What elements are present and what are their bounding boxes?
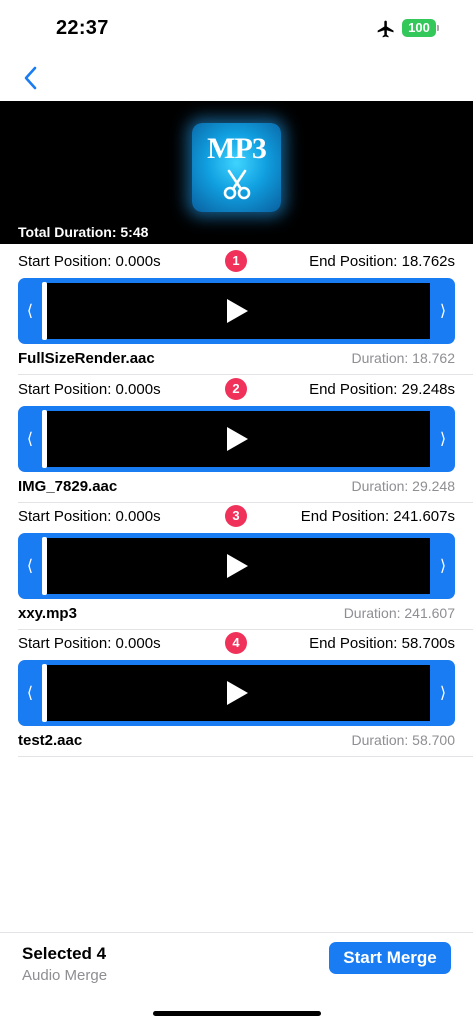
start-merge-button[interactable]: Start Merge [329, 942, 451, 974]
audio-trimmer[interactable]: ⟨ ⟩ [18, 278, 455, 344]
play-icon[interactable] [225, 680, 249, 706]
divider [18, 629, 473, 630]
playhead[interactable] [42, 664, 47, 722]
trim-right-chevron-icon: ⟩ [439, 685, 447, 702]
position-row: Start Position: 0.000s 2 End Position: 2… [18, 378, 455, 400]
track-item: Start Position: 0.000s 1 End Position: 1… [0, 250, 473, 377]
position-row: Start Position: 0.000s 3 End Position: 2… [18, 505, 455, 527]
track-item: Start Position: 0.000s 3 End Position: 2… [0, 505, 473, 632]
track-item: Start Position: 0.000s 2 End Position: 2… [0, 378, 473, 505]
position-row: Start Position: 0.000s 4 End Position: 5… [18, 632, 455, 654]
trim-left-handle[interactable]: ⟨ [18, 533, 42, 599]
start-position: Start Position: 0.000s [18, 381, 161, 398]
end-position: End Position: 241.607s [300, 508, 455, 525]
divider [18, 756, 473, 757]
selected-count: Selected 4 [22, 944, 107, 963]
trim-right-chevron-icon: ⟩ [439, 431, 447, 448]
trim-right-chevron-icon: ⟩ [439, 558, 447, 575]
start-position: Start Position: 0.000s [18, 253, 161, 270]
play-icon[interactable] [225, 298, 249, 324]
track-duration: Duration: 58.700 [351, 732, 455, 748]
airplane-icon [377, 20, 394, 38]
start-position: Start Position: 0.000s [18, 635, 161, 652]
audio-trimmer[interactable]: ⟨ ⟩ [18, 533, 455, 599]
trim-left-handle[interactable]: ⟨ [18, 278, 42, 344]
track-duration: Duration: 29.248 [351, 478, 455, 494]
end-position: End Position: 29.248s [309, 381, 455, 398]
trim-left-chevron-icon: ⟨ [26, 558, 34, 575]
trim-right-handle[interactable]: ⟩ [431, 533, 455, 599]
trim-left-chevron-icon: ⟨ [26, 303, 34, 320]
logo-text: MP3 [207, 132, 267, 165]
divider [18, 374, 473, 375]
playhead[interactable] [42, 410, 47, 468]
track-index-badge: 4 [225, 632, 247, 654]
playhead[interactable] [42, 537, 47, 595]
trim-right-handle[interactable]: ⟩ [431, 406, 455, 472]
playhead[interactable] [42, 282, 47, 340]
track-filename: test2.aac [18, 732, 83, 749]
scissors-icon [223, 169, 251, 200]
trim-left-handle[interactable]: ⟨ [18, 660, 42, 726]
position-row: Start Position: 0.000s 1 End Position: 1… [18, 250, 455, 272]
trim-left-handle[interactable]: ⟨ [18, 406, 42, 472]
header-panel: MP3 Total Duration: 5:48 [0, 101, 473, 244]
divider [18, 502, 473, 503]
trim-left-chevron-icon: ⟨ [26, 685, 34, 702]
nav-bar [0, 56, 473, 100]
bottom-subtitle: Audio Merge [22, 967, 108, 984]
audio-trimmer[interactable]: ⟨ ⟩ [18, 406, 455, 472]
status-bar: 22:37 100 [0, 0, 473, 56]
track-filename: IMG_7829.aac [18, 478, 118, 495]
track-index-badge: 3 [225, 505, 247, 527]
trim-right-handle[interactable]: ⟩ [431, 660, 455, 726]
start-position: Start Position: 0.000s [18, 508, 161, 525]
battery-indicator: 100 [402, 19, 436, 37]
trim-right-chevron-icon: ⟩ [439, 303, 447, 320]
trim-right-handle[interactable]: ⟩ [431, 278, 455, 344]
track-index-badge: 2 [225, 378, 247, 400]
status-time: 22:37 [56, 17, 109, 39]
bottom-bar: Selected 4 Audio Merge Start Merge [0, 932, 473, 1024]
play-icon[interactable] [225, 426, 249, 452]
track-filename: xxy.mp3 [18, 605, 77, 622]
end-position: End Position: 18.762s [309, 253, 455, 270]
track-index-badge: 1 [225, 250, 247, 272]
end-position: End Position: 58.700s [309, 635, 455, 652]
app-logo: MP3 [192, 123, 281, 212]
home-indicator [153, 1011, 321, 1016]
back-chevron-icon[interactable] [18, 62, 46, 94]
track-duration: Duration: 18.762 [351, 350, 455, 366]
total-duration: Total Duration: 5:48 [18, 224, 149, 240]
track-duration: Duration: 241.607 [343, 605, 455, 621]
battery-tip [437, 25, 439, 31]
trim-left-chevron-icon: ⟨ [26, 431, 34, 448]
play-icon[interactable] [225, 553, 249, 579]
track-item: Start Position: 0.000s 4 End Position: 5… [0, 632, 473, 759]
track-filename: FullSizeRender.aac [18, 350, 155, 367]
audio-trimmer[interactable]: ⟨ ⟩ [18, 660, 455, 726]
